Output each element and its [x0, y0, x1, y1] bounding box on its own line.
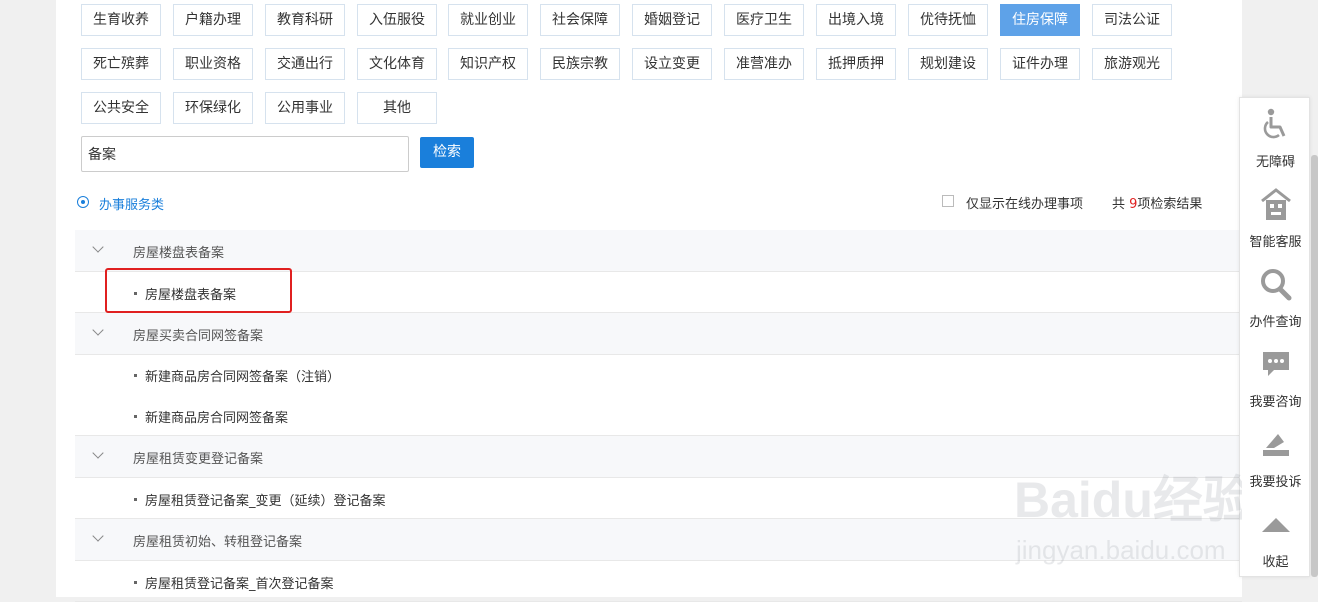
- category-button[interactable]: 抵押质押: [816, 48, 896, 80]
- sidebar-item-label: 我要咨询: [1249, 395, 1302, 410]
- category-button[interactable]: 设立变更: [632, 48, 712, 80]
- result-group-label: 房屋楼盘表备案: [133, 246, 225, 261]
- sidebar-item[interactable]: 收起: [1240, 498, 1311, 578]
- result-item-link[interactable]: 房屋租赁登记备案_变更（延续）登记备案: [145, 490, 386, 509]
- category-button[interactable]: 证件办理: [1000, 48, 1080, 80]
- category-button[interactable]: 出境入境: [816, 4, 896, 36]
- category-button[interactable]: 公用事业: [265, 92, 345, 124]
- result-count-prefix: 共: [1112, 197, 1130, 212]
- scrollbar[interactable]: [1311, 155, 1318, 577]
- category-button[interactable]: 教育科研: [265, 4, 345, 36]
- category-button[interactable]: 优待抚恤: [908, 4, 988, 36]
- result-group-label: 房屋租赁初始、转租登记备案: [133, 535, 303, 550]
- category-button[interactable]: 医疗卫生: [724, 4, 804, 36]
- chevron-down-icon[interactable]: [92, 530, 104, 542]
- category-button[interactable]: 旅游观光: [1092, 48, 1172, 80]
- category-button[interactable]: 知识产权: [448, 48, 528, 80]
- chevron-down-icon[interactable]: [92, 324, 104, 336]
- online-only-label[interactable]: 仅显示在线办理事项: [966, 193, 1083, 212]
- bullet-icon: [134, 497, 137, 501]
- floating-sidebar: 无障碍智能客服办件查询我要咨询我要投诉收起: [1239, 97, 1310, 577]
- category-button[interactable]: 死亡殡葬: [81, 48, 161, 80]
- highlight-box: [105, 268, 292, 313]
- chevron-down-icon[interactable]: [92, 447, 104, 459]
- sidebar-item-label: 收起: [1262, 555, 1289, 570]
- sidebar-item-label: 智能客服: [1249, 235, 1302, 250]
- category-button[interactable]: 规划建设: [908, 48, 988, 80]
- category-button[interactable]: 入伍服役: [357, 4, 437, 36]
- result-item[interactable]: 新建商品房合同网签备案（注销）: [75, 355, 1242, 395]
- category-button[interactable]: 民族宗教: [540, 48, 620, 80]
- category-button[interactable]: 生育收养: [81, 4, 161, 36]
- result-group-header[interactable]: 房屋买卖合同网签备案: [75, 313, 1242, 355]
- category-button[interactable]: 环保绿化: [173, 92, 253, 124]
- category-button[interactable]: 户籍办理: [173, 4, 253, 36]
- sidebar-item[interactable]: 无障碍: [1240, 98, 1311, 178]
- category-button[interactable]: 社会保障: [540, 4, 620, 36]
- result-count: 共 9项检索结果: [1112, 193, 1202, 212]
- result-group-header[interactable]: 房屋租赁初始、转租登记备案: [75, 519, 1242, 561]
- result-item[interactable]: 新建商品房合同网签备案: [75, 395, 1242, 436]
- result-item-link[interactable]: 房屋租赁登记备案_首次登记备案: [145, 573, 334, 592]
- result-item-link[interactable]: 新建商品房合同网签备案: [145, 407, 288, 426]
- sidebar-item[interactable]: 我要投诉: [1240, 418, 1311, 498]
- search-input[interactable]: [81, 136, 409, 172]
- sidebar-item[interactable]: 我要咨询: [1240, 338, 1311, 418]
- online-only-checkbox[interactable]: [942, 195, 954, 207]
- category-button[interactable]: 公共安全: [81, 92, 161, 124]
- bullet-icon: [134, 580, 137, 584]
- category-button[interactable]: 交通出行: [265, 48, 345, 80]
- sidebar-item-label: 无障碍: [1255, 155, 1295, 170]
- category-button[interactable]: 其他: [357, 92, 437, 124]
- category-button[interactable]: 司法公证: [1092, 4, 1172, 36]
- result-group-header[interactable]: 房屋楼盘表备案: [75, 230, 1242, 272]
- bullet-icon: [134, 374, 137, 377]
- search-button[interactable]: 检索: [420, 137, 474, 168]
- category-button[interactable]: 职业资格: [173, 48, 253, 80]
- result-item-link[interactable]: 新建商品房合同网签备案（注销）: [145, 366, 340, 385]
- bullet-icon: [134, 414, 137, 418]
- sidebar-item[interactable]: 智能客服: [1240, 178, 1311, 258]
- sidebar-item-label: 我要投诉: [1249, 475, 1302, 490]
- result-item[interactable]: 房屋租赁登记备案_首次登记备案: [75, 561, 1242, 602]
- category-button[interactable]: 住房保障: [1000, 4, 1080, 36]
- category-button[interactable]: 文化体育: [357, 48, 437, 80]
- category-button[interactable]: 就业创业: [448, 4, 528, 36]
- chevron-down-icon[interactable]: [92, 241, 104, 253]
- category-button[interactable]: 准营准办: [724, 48, 804, 80]
- sidebar-item-label: 办件查询: [1249, 315, 1302, 330]
- sidebar-item[interactable]: 办件查询: [1240, 258, 1311, 338]
- result-count-suffix: 项检索结果: [1137, 197, 1203, 212]
- result-group-label: 房屋租赁变更登记备案: [133, 452, 264, 467]
- result-group-header[interactable]: 房屋租赁变更登记备案: [75, 436, 1242, 478]
- service-type-radio[interactable]: [77, 196, 89, 208]
- result-group-label: 房屋买卖合同网签备案: [133, 329, 264, 344]
- result-item[interactable]: 房屋租赁登记备案_变更（延续）登记备案: [75, 478, 1242, 519]
- category-button[interactable]: 婚姻登记: [632, 4, 712, 36]
- service-type-label[interactable]: 办事服务类: [99, 194, 164, 213]
